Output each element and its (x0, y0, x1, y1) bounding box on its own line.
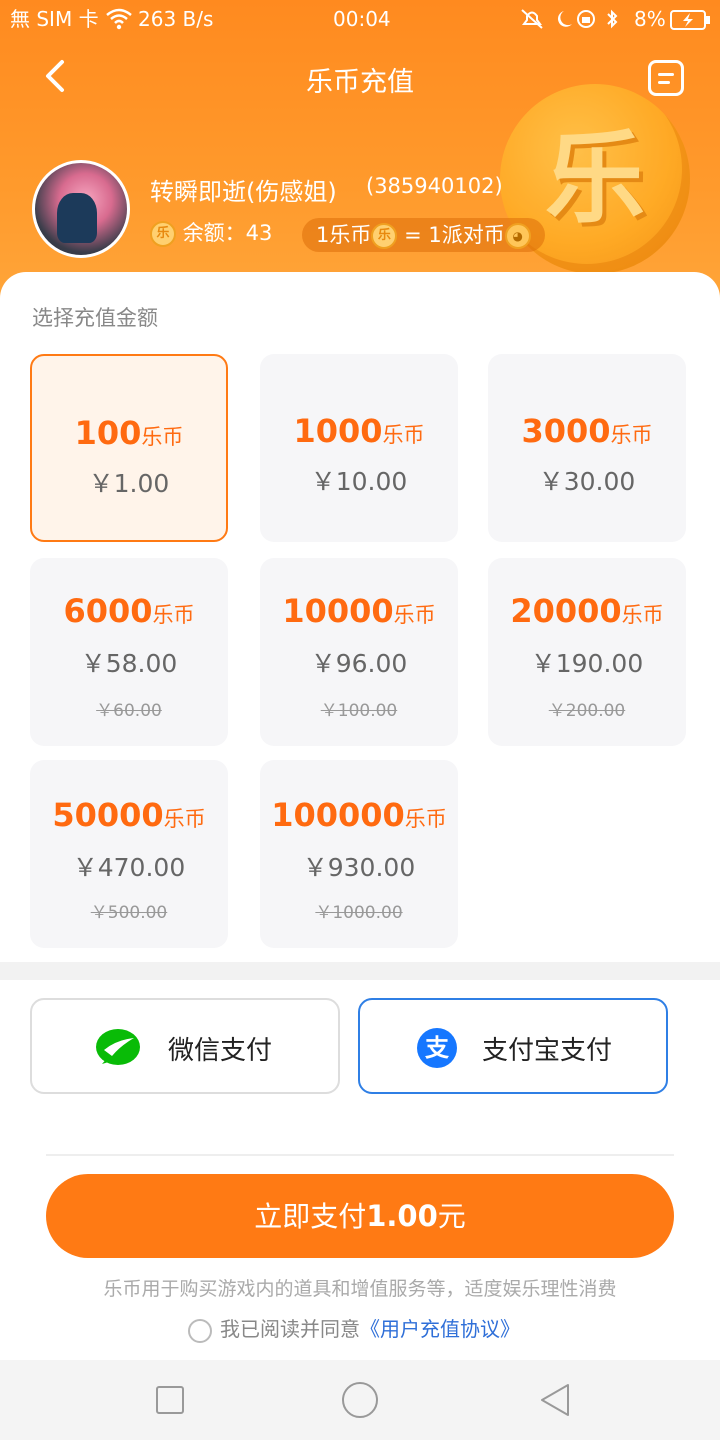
svg-text:支: 支 (425, 1034, 450, 1062)
balance-text: 余额：43 (182, 221, 273, 245)
party-coin-icon: ◕ (504, 223, 531, 249)
agree-checkbox[interactable] (188, 1318, 212, 1343)
agreement-link[interactable]: 《用户充值协议》 (360, 1317, 520, 1341)
package-original-price: ￥60.00 (96, 701, 162, 721)
divider (0, 962, 720, 980)
wechat-pay-label: 微信支付 (168, 1036, 273, 1066)
package-price: ￥190.00 (530, 649, 644, 678)
recents-button[interactable] (156, 1386, 184, 1414)
back-nav-button[interactable] (538, 1382, 572, 1418)
alipay-label: 支付宝支付 (482, 1036, 613, 1066)
coin-icon: 乐 (150, 221, 176, 247)
home-button[interactable] (342, 1382, 378, 1418)
separator (46, 1154, 674, 1156)
rate-part1: 1乐币 (316, 223, 372, 247)
package-coins: 50000乐币 (52, 796, 206, 834)
recharge-panel: 选择充值金额 100乐币 ￥1.00 1000乐币 ￥10.00 3000乐币 … (0, 272, 720, 962)
battery-icon (670, 10, 710, 30)
notice-text: 乐币用于购买游戏内的道具和增值服务等，适度娱乐理性消费 (103, 1278, 617, 1300)
record-icon[interactable] (648, 60, 684, 96)
pay-now-button[interactable]: 立即支付1.00元 (46, 1174, 674, 1258)
package-tile[interactable]: 1000乐币 ￥10.00 (260, 354, 458, 542)
package-price: ￥30.00 (538, 467, 636, 496)
agreement-row: 我已阅读并同意《用户充值协议》 (188, 1316, 520, 1343)
alipay-icon: 支 (417, 1028, 457, 1068)
package-tile[interactable]: 20000乐币 ￥190.00 ￥200.00 (488, 558, 686, 746)
package-price: ￥470.00 (72, 853, 186, 882)
package-coins: 100000乐币 (271, 796, 447, 834)
package-original-price: ￥1000.00 (315, 903, 403, 923)
sim-status: 無 SIM 卡 (10, 7, 99, 31)
exchange-rate: 1乐币乐 = 1派对币 ◕ (302, 218, 545, 252)
package-tile[interactable]: 6000乐币 ￥58.00 ￥60.00 (30, 558, 228, 746)
payment-section: 微信支付 支 支付宝支付 立即支付1.00元 乐币用于购买游戏内的道具和增值服务… (0, 980, 720, 1360)
user-id: (385940102) (366, 174, 503, 198)
package-tile[interactable]: 3000乐币 ￥30.00 (488, 354, 686, 542)
package-tile[interactable]: 10000乐币 ￥96.00 ￥100.00 (260, 558, 458, 746)
wifi-icon (106, 8, 132, 30)
clock: 00:04 (333, 7, 391, 31)
package-price: ￥58.00 (80, 649, 178, 678)
balance: 乐 余额：43 (150, 218, 272, 248)
system-nav-bar (0, 1360, 720, 1440)
rate-part2: = 1派对币 (404, 223, 505, 247)
package-tile[interactable]: 100乐币 ￥1.00 (30, 354, 228, 542)
package-coins: 1000乐币 (293, 412, 425, 450)
status-icons (521, 9, 618, 29)
package-tile[interactable]: 100000乐币 ￥930.00 ￥1000.00 (260, 760, 458, 948)
package-original-price: ￥500.00 (90, 903, 168, 923)
avatar (32, 160, 130, 258)
alipay-button[interactable]: 支 支付宝支付 (358, 998, 668, 1094)
section-title: 选择充值金额 (32, 306, 158, 330)
package-price: ￥930.00 (302, 853, 416, 882)
wechat-icon (96, 1029, 140, 1065)
package-original-price: ￥200.00 (548, 701, 626, 721)
net-speed: 263 B/s (138, 7, 214, 31)
header-banner: 乐 無 SIM 卡 263 B/s 00:04 8% 乐币充值 转瞬即逝(伤感姐… (0, 0, 720, 310)
agreement-text: 我已阅读并同意 (220, 1317, 360, 1341)
wechat-pay-button[interactable]: 微信支付 (30, 998, 340, 1094)
package-price: ￥96.00 (310, 649, 408, 678)
user-name: 转瞬即逝(伤感姐) (150, 178, 337, 206)
package-price: ￥1.00 (88, 469, 170, 498)
coin-icon: 乐 (371, 223, 398, 249)
package-coins: 6000乐币 (63, 592, 195, 630)
package-price: ￥10.00 (310, 467, 408, 496)
package-coins: 10000乐币 (282, 592, 436, 630)
package-tile[interactable]: 50000乐币 ￥470.00 ￥500.00 (30, 760, 228, 948)
package-coins: 100乐币 (74, 414, 184, 452)
package-coins: 20000乐币 (510, 592, 664, 630)
page-title: 乐币充值 (306, 67, 414, 98)
package-coins: 3000乐币 (521, 412, 653, 450)
package-original-price: ￥100.00 (320, 701, 398, 721)
battery-pct: 8% (634, 7, 666, 31)
